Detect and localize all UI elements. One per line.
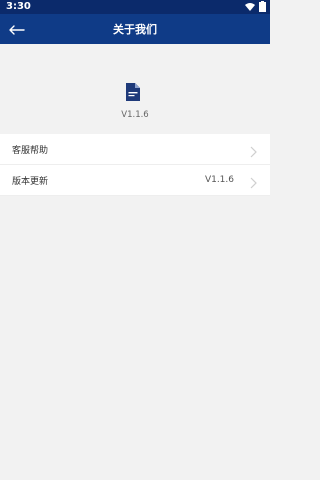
- settings-list: 客服帮助 版本更新 V1.1.6: [0, 134, 270, 196]
- wifi-icon: [245, 2, 255, 12]
- page-title: 关于我们: [113, 23, 157, 36]
- chevron-right-icon: [248, 174, 258, 189]
- row-value: V1.1.6: [204, 175, 234, 185]
- customer-help-row[interactable]: 客服帮助: [0, 134, 270, 165]
- row-label: 客服帮助: [12, 145, 49, 156]
- status-bar: 3:30: [0, 0, 270, 14]
- battery-icon: [259, 1, 266, 12]
- status-icons: [245, 1, 266, 12]
- document-logo-icon: [126, 83, 140, 101]
- status-time: 3:30: [6, 1, 31, 12]
- row-label: 版本更新: [12, 176, 49, 187]
- app-version: V1.1.6: [121, 110, 149, 120]
- chevron-right-icon: [248, 143, 258, 158]
- app-bar: 关于我们: [0, 14, 270, 44]
- empty-background: [0, 196, 270, 480]
- version-update-row[interactable]: 版本更新 V1.1.6: [0, 165, 270, 196]
